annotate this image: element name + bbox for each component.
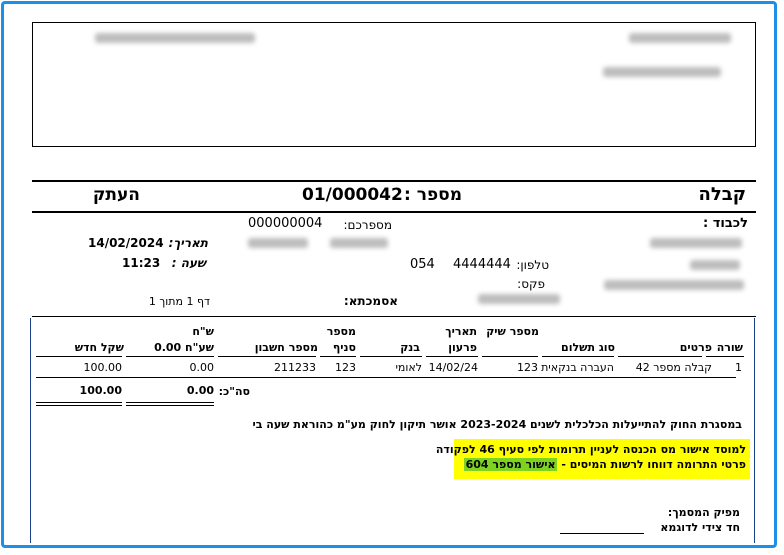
header-check-number: מספר שיק: [486, 325, 539, 338]
cell-payment-type: העברה בנקאית: [541, 361, 614, 374]
tax-note-line2-text: פרטי התרומה דווחו לרשות המיסים -: [561, 458, 746, 471]
tax-note-line2: פרטי התרומה דווחו לרשות המיסים - אישור מ…: [463, 458, 746, 471]
time-value: 11:23: [122, 256, 161, 270]
copy-label: העתק: [92, 185, 140, 205]
issuer-label: מפיק המסמך:: [667, 506, 740, 519]
header-branch-2: סניף: [332, 341, 356, 354]
cell-account: 211233: [274, 361, 316, 374]
date-value: 14/02/2024: [88, 236, 164, 250]
cell-due-date: 14/02/24: [428, 361, 478, 374]
blurred-field-a: [330, 238, 388, 248]
header-usd-1: ש"ח: [192, 325, 214, 338]
time-label: שעה :: [171, 256, 206, 270]
total-double-rule: [126, 405, 214, 406]
blurred-reference: [478, 294, 560, 304]
table-top-rule: [32, 316, 756, 317]
page-right-edge: [754, 318, 755, 543]
page-label: דף 1 מתוך 1: [148, 295, 210, 308]
total-nis: 100.00: [79, 384, 122, 397]
reference-label: אסמכתא:: [343, 294, 398, 308]
header-underline: [36, 356, 122, 357]
date-label: תאריך:: [168, 236, 208, 250]
blurred-customer-address: [604, 280, 744, 290]
header-underline: [218, 356, 316, 357]
header-underline: [320, 356, 356, 357]
total-double-rule: [126, 402, 214, 403]
header-underline: [126, 356, 214, 357]
tax-approval-highlight: אישור מספר 604: [463, 458, 558, 471]
cell-usd: 0.00: [189, 361, 215, 374]
blurred-company-address: [603, 67, 721, 77]
header-nis: שקל חדש: [74, 341, 124, 354]
to-label: לכבוד :: [703, 216, 748, 231]
phone-label: טלפון:: [516, 258, 549, 272]
doc-title: קבלה: [698, 184, 747, 205]
header-underline: [360, 356, 422, 357]
total-double-rule: [36, 405, 122, 406]
issuer-name: חד צידי לדוגמא: [660, 521, 740, 534]
total-label: סה"כ:: [218, 385, 250, 398]
dealer-label: מספרכם:: [343, 218, 392, 232]
phone-prefix: 054: [410, 257, 435, 272]
dealer-value: 000000004: [248, 216, 323, 231]
blurred-company-name: [95, 33, 255, 43]
title-top-rule: [32, 180, 756, 182]
tax-note-box: למוסד אישור מס הכנסה לעניין תרומות לפי ס…: [436, 439, 750, 479]
cell-nis: 100.00: [83, 361, 123, 374]
cell-bank: לאומי: [395, 361, 422, 374]
phone-number: 4444444: [453, 257, 511, 272]
header-underline: [482, 356, 538, 357]
cell-check-number: 123: [517, 361, 538, 374]
header-details: פרטים: [679, 341, 712, 354]
header-usd-2: שע"ח 0.00: [154, 341, 214, 354]
blurred-company-title: [629, 33, 731, 43]
cell-line: 1: [735, 361, 742, 374]
header-payment-type: סוג תשלום: [561, 341, 615, 354]
cell-branch: 123: [335, 361, 356, 374]
header-underline: [618, 356, 702, 357]
header-underline: [542, 356, 614, 357]
signature-line: [560, 533, 644, 534]
header-account: מספר חשבון: [254, 341, 318, 354]
tax-note-line1: למוסד אישור מס הכנסה לעניין תרומות לפי ס…: [435, 443, 746, 456]
header-underline: [426, 356, 478, 357]
header-branch-1: מספר: [326, 325, 356, 338]
blurred-customer-city: [690, 260, 740, 270]
fax-label: פקס:: [517, 277, 545, 291]
header-underline: [706, 356, 744, 357]
header-bank: בנק: [400, 341, 420, 354]
blurred-field-b: [248, 238, 308, 248]
title-bottom-rule: [32, 211, 756, 213]
doc-number-label: מספר :: [404, 185, 462, 205]
cell-details: קבלה מספר 42: [635, 361, 712, 374]
blurred-customer-name: [650, 238, 742, 248]
header-due-date-1: תאריך: [445, 325, 477, 338]
row-bottom-rule: [36, 377, 736, 378]
total-usd: 0.00: [186, 384, 214, 397]
page-left-edge: [30, 318, 31, 543]
company-header-box: [32, 22, 756, 147]
law-text: במסגרת החוק להתייעלות הכלכלית לשנים 2023…: [252, 418, 742, 431]
header-due-date-2: פרעון: [448, 341, 477, 354]
total-double-rule: [36, 402, 122, 403]
